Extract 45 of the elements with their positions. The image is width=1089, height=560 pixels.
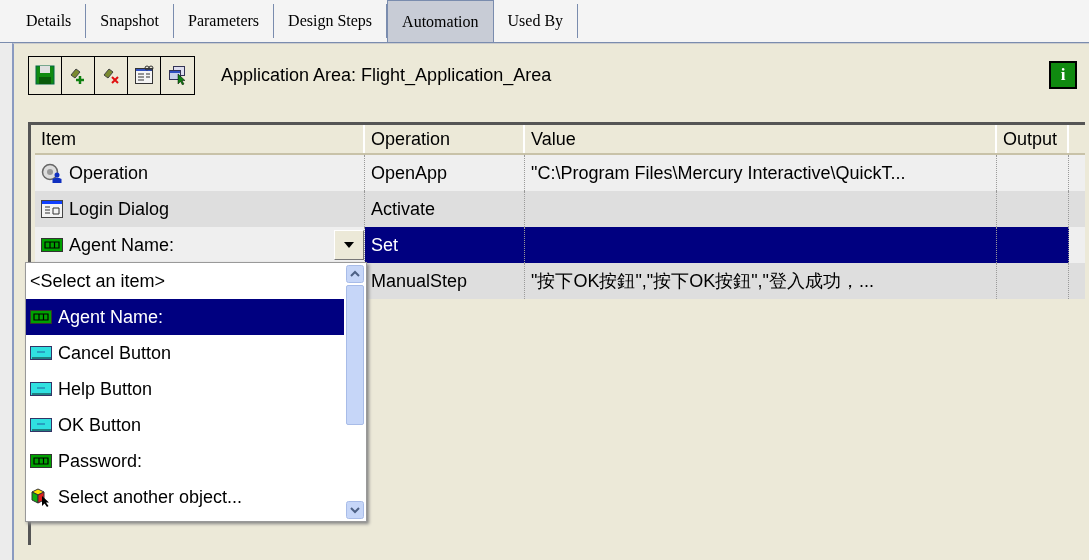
- edit-box-icon: [30, 310, 52, 324]
- cube-cursor-icon: [30, 487, 52, 507]
- dropdown-item[interactable]: Agent Name:: [26, 299, 344, 335]
- scroll-thumb[interactable]: [346, 285, 364, 425]
- column-header[interactable]: Value: [525, 125, 997, 153]
- properties-icon: [134, 65, 154, 85]
- caret-icon: [344, 242, 354, 248]
- dropdown-item[interactable]: Help Button: [26, 371, 344, 407]
- button-object-icon: [30, 418, 52, 432]
- column-header[interactable]: Output: [997, 125, 1069, 153]
- grid-row[interactable]: Login Dialog Activate: [35, 191, 1085, 227]
- item-name: Login Dialog: [69, 198, 170, 220]
- dropdown-button[interactable]: [334, 230, 364, 260]
- application-area-label: Application Area: Flight_Application_Area: [221, 64, 553, 86]
- dropdown-item[interactable]: Cancel Button: [26, 335, 344, 371]
- tab[interactable]: Automation: [387, 0, 494, 42]
- item-name: Operation: [69, 162, 149, 184]
- grid-row[interactable]: Agent Name: Set: [35, 227, 1085, 263]
- tab[interactable]: Used By: [493, 4, 579, 38]
- edit-box-icon: [30, 454, 52, 468]
- save-icon: [35, 65, 55, 85]
- dropdown-item[interactable]: OK Button: [26, 407, 344, 443]
- edit-box-icon: [41, 238, 63, 252]
- value-cell[interactable]: "按下OK按鈕","按下OK按鈕","登入成功，...: [525, 263, 997, 299]
- scroll-up-icon[interactable]: [346, 265, 364, 283]
- column-header[interactable]: Item: [35, 125, 365, 153]
- operation-cell[interactable]: Set: [365, 227, 525, 263]
- output-cell[interactable]: [997, 227, 1069, 263]
- grid-row[interactable]: Operation OpenApp "C:\Program Files\Mercury Interactive\QuickT...: [35, 155, 1085, 191]
- gear-person-icon: [41, 163, 63, 183]
- item-name: Agent Name:: [69, 234, 175, 256]
- window-pointer-icon: [167, 65, 188, 85]
- scroll-down-icon[interactable]: [346, 501, 364, 519]
- dialog-window-icon: [41, 200, 63, 218]
- value-cell[interactable]: [525, 227, 997, 263]
- scrollbar[interactable]: [344, 263, 366, 521]
- tab[interactable]: Details: [12, 4, 87, 38]
- column-header[interactable]: Operation: [365, 125, 525, 153]
- dropdown-item[interactable]: Select another object...: [26, 479, 344, 515]
- button-object-icon: [30, 382, 52, 396]
- tab[interactable]: Snapshot: [86, 4, 174, 38]
- tab[interactable]: Parameters: [174, 4, 275, 38]
- button-object-icon: [30, 346, 52, 360]
- info-button[interactable]: i: [1049, 61, 1077, 89]
- dropdown-item[interactable]: Password:: [26, 443, 344, 479]
